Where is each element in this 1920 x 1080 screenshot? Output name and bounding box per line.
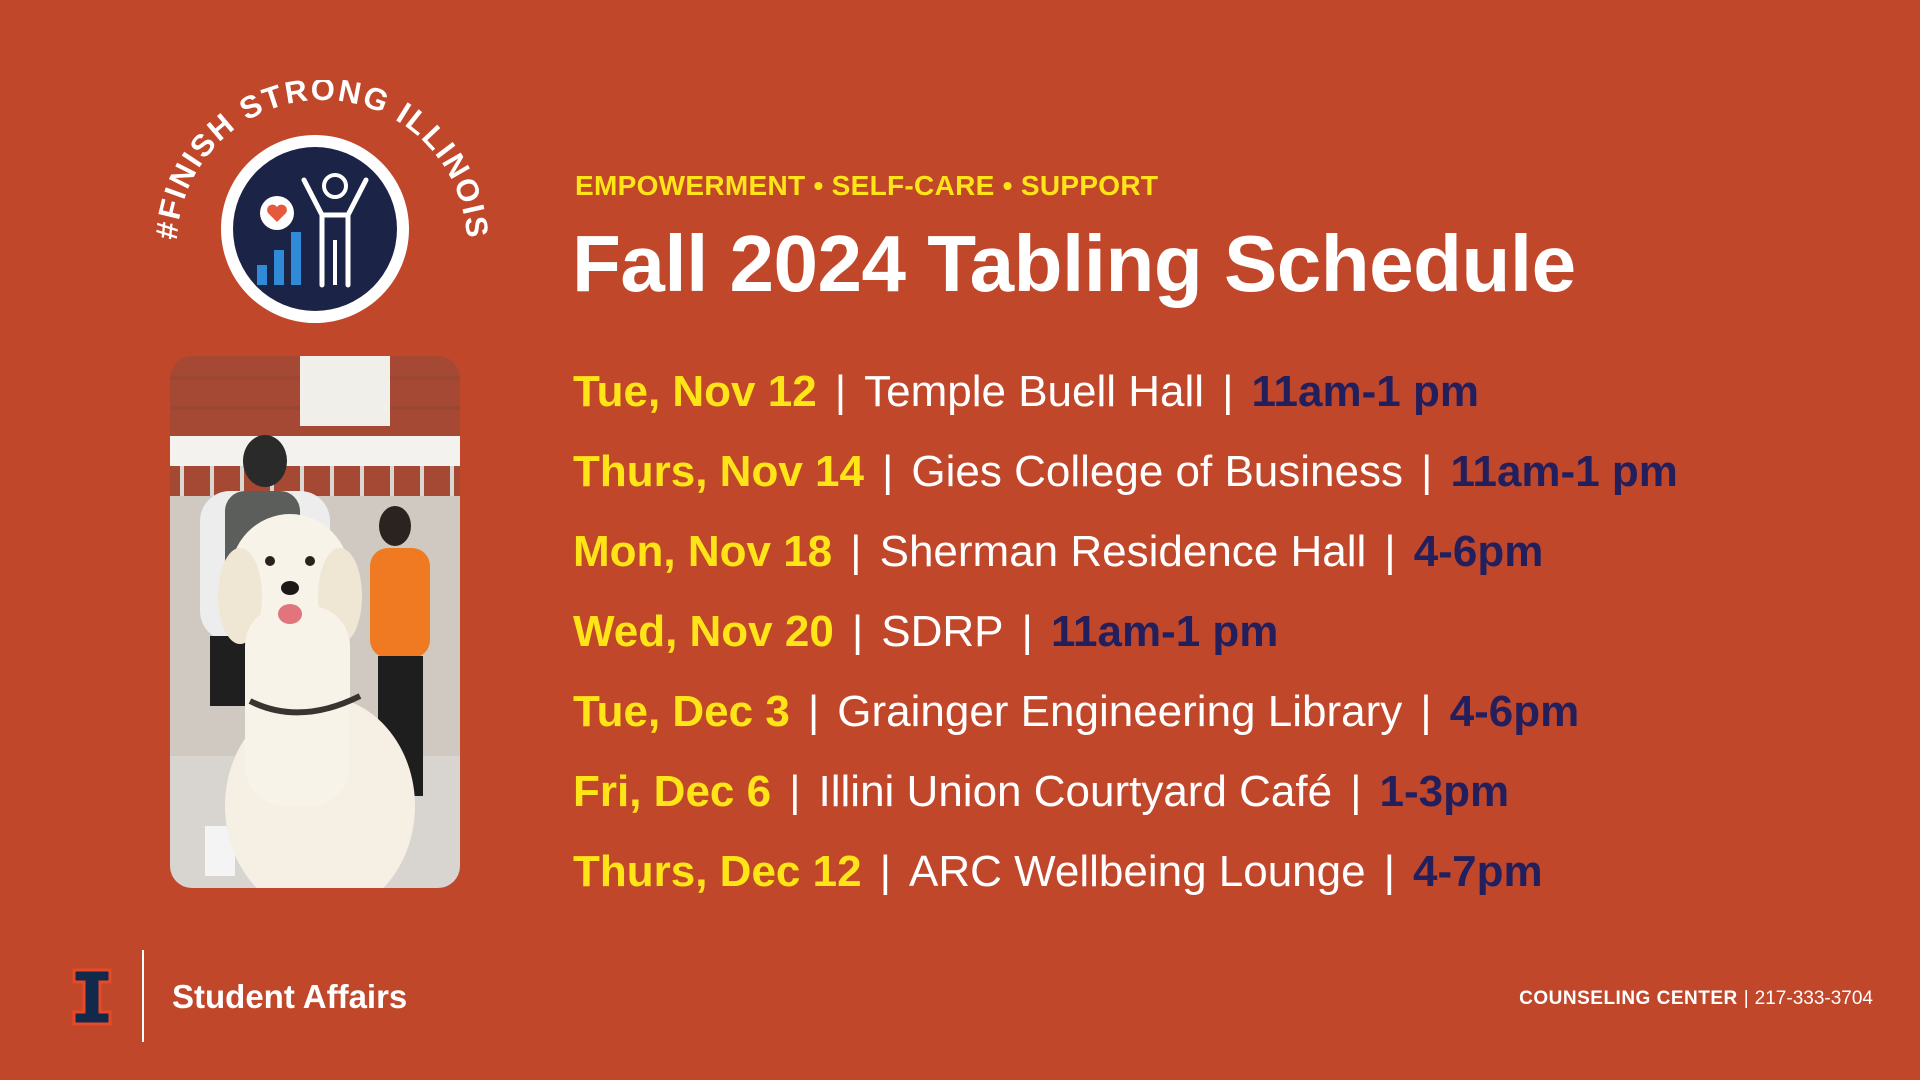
- separator: |: [1021, 607, 1033, 656]
- page-title: Fall 2024 Tabling Schedule: [572, 219, 1576, 308]
- schedule-date: Thurs, Dec 12: [573, 847, 862, 896]
- schedule-location: Sherman Residence Hall: [879, 527, 1367, 576]
- golden-retriever-photo: [170, 356, 460, 888]
- finish-strong-badge: #FINISH STRONG ILLINOIS: [149, 72, 493, 340]
- schedule-location: Grainger Engineering Library: [837, 687, 1403, 736]
- contact-divider: |: [1743, 988, 1749, 1009]
- separator: |: [1222, 367, 1234, 416]
- phone-number: 217-333-3704: [1754, 988, 1873, 1009]
- schedule-date: Wed, Nov 20: [573, 607, 834, 656]
- schedule-row: Wed, Nov 20 | SDRP | 11am-1 pm: [573, 592, 1678, 672]
- schedule-row: Tue, Dec 3 | Grainger Engineering Librar…: [573, 672, 1678, 752]
- schedule-time: 11am-1 pm: [1251, 367, 1479, 416]
- schedule-row: Thurs, Dec 12 | ARC Wellbeing Lounge | 4…: [573, 832, 1678, 912]
- separator: |: [1421, 447, 1433, 496]
- separator: |: [879, 847, 891, 896]
- separator: |: [851, 607, 864, 656]
- separator: |: [834, 367, 847, 416]
- tagline: EMPOWERMENT • SELF-CARE • SUPPORT: [575, 170, 1159, 201]
- separator: |: [881, 447, 894, 496]
- schedule-location: Temple Buell Hall: [864, 367, 1205, 416]
- separator: |: [807, 687, 820, 736]
- separator: |: [1384, 527, 1396, 576]
- schedule-time: 11am-1 pm: [1050, 607, 1279, 656]
- schedule-location: Gies College of Business: [911, 447, 1403, 496]
- separator: |: [1420, 687, 1432, 736]
- schedule-location: SDRP: [881, 607, 1004, 656]
- schedule-row: Fri, Dec 6 | Illini Union Courtyard Café…: [573, 752, 1678, 832]
- schedule-row: Thurs, Nov 14 | Gies College of Business…: [573, 432, 1678, 512]
- schedule-time: 4-6pm: [1413, 527, 1544, 576]
- schedule-time: 4-7pm: [1413, 847, 1543, 896]
- separator: |: [850, 527, 862, 576]
- schedule-location: Illini Union Courtyard Café: [818, 767, 1333, 816]
- counseling-center-contact: COUNSELING CENTER | 217-333-3704: [1519, 988, 1873, 1010]
- tabling-schedule-list: Tue, Nov 12 | Temple Buell Hall | 11am-1…: [573, 352, 1678, 912]
- schedule-time: 11am-1 pm: [1450, 447, 1678, 496]
- schedule-location: ARC Wellbeing Lounge: [909, 847, 1366, 896]
- footer-divider: [142, 950, 144, 1042]
- schedule-date: Mon, Nov 18: [573, 527, 833, 576]
- schedule-time: 1-3pm: [1379, 767, 1510, 816]
- separator: |: [789, 767, 801, 816]
- separator: |: [1350, 767, 1362, 816]
- schedule-date: Fri, Dec 6: [573, 767, 772, 816]
- block-i-logo: [72, 968, 112, 1026]
- schedule-date: Tue, Dec 3: [573, 687, 790, 736]
- schedule-date: Tue, Nov 12: [573, 367, 817, 416]
- schedule-time: 4-6pm: [1449, 687, 1580, 736]
- schedule-row: Tue, Nov 12 | Temple Buell Hall | 11am-1…: [573, 352, 1678, 432]
- office-name: COUNSELING CENTER: [1519, 988, 1738, 1009]
- schedule-date: Thurs, Nov 14: [573, 447, 864, 496]
- student-affairs-label: Student Affairs: [172, 978, 408, 1015]
- separator: |: [1383, 847, 1396, 896]
- schedule-row: Mon, Nov 18 | Sherman Residence Hall | 4…: [573, 512, 1678, 592]
